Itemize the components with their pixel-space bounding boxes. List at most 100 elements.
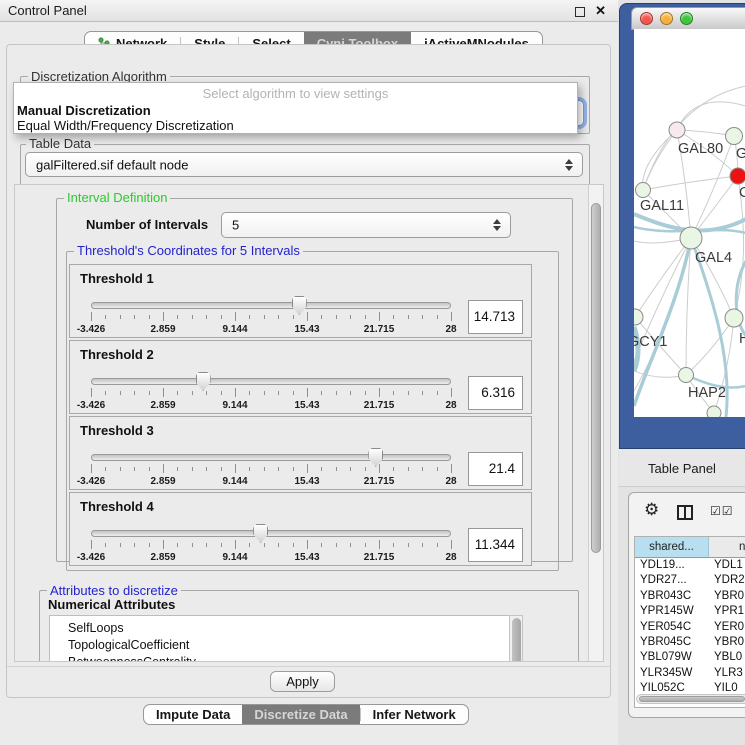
tick-mark [321, 315, 322, 319]
network-node[interactable] [707, 406, 721, 417]
panel-title: Control Panel [8, 3, 87, 18]
network-window: GAL80GACGAL11GAL4GCY1HHAP2 [619, 3, 745, 449]
cell-name: YBR0 [709, 635, 745, 650]
algorithm-option-equal-width[interactable]: Equal Width/Frequency Discretization [17, 118, 234, 133]
table-row[interactable]: YBR045CYBR0 [635, 635, 745, 650]
network-node-gal80[interactable] [669, 122, 685, 138]
close-icon[interactable]: ✕ [595, 3, 606, 19]
slider-track[interactable] [91, 378, 451, 385]
attribute-list-item[interactable]: TopologicalCoefficient [50, 636, 522, 653]
slider-track[interactable] [91, 302, 451, 309]
threshold-label: Threshold 1 [80, 271, 154, 286]
network-node-h[interactable] [725, 309, 743, 327]
cell-shared-name: YLR345W [635, 666, 709, 681]
tick-mark [321, 543, 322, 547]
table-header-row: shared... n [635, 537, 745, 558]
tick-label: 28 [445, 324, 456, 335]
tick-mark [365, 391, 366, 395]
tab-label: Discretize Data [254, 707, 347, 722]
node-label: GCY1 [634, 334, 668, 350]
tick-mark [249, 315, 250, 319]
cell-shared-name: YER054C [635, 620, 709, 635]
tick-mark [393, 391, 394, 395]
tab-impute-data[interactable]: Impute Data [144, 705, 242, 724]
apply-button[interactable]: Apply [270, 671, 335, 692]
column-header-shared-name[interactable]: shared... [635, 537, 709, 557]
threshold-slider[interactable]: -3.4262.8599.14415.4321.71528 [91, 374, 451, 414]
settings-vertical-scrollbar[interactable] [588, 184, 604, 662]
scrollbar-thumb[interactable] [591, 203, 601, 553]
tick-label: 2.859 [150, 324, 175, 335]
table-row[interactable]: YLR345WYLR3 [635, 666, 745, 681]
tick-mark [134, 543, 135, 547]
network-node-gcy1[interactable] [634, 309, 643, 325]
tick-mark [336, 315, 337, 319]
tick-mark [163, 540, 164, 549]
split-columns-icon[interactable] [677, 505, 693, 520]
tick-mark [105, 315, 106, 319]
slider-track[interactable] [91, 454, 451, 461]
table-data-combobox[interactable]: galFiltered.sif default node [25, 152, 583, 177]
table-row[interactable]: YDR27...YDR2 [635, 573, 745, 588]
table-row[interactable]: YPR145WYPR1 [635, 604, 745, 619]
tick-label: 2.859 [150, 400, 175, 411]
threshold-panel: Threshold 3-3.4262.8599.14415.4321.71528… [69, 416, 532, 490]
table-row[interactable]: YDL19...YDL1 [635, 558, 745, 573]
attribute-list-item[interactable]: SelfLoops [50, 619, 522, 636]
tick-mark [264, 391, 265, 395]
tick-mark [206, 467, 207, 471]
network-node-ga[interactable] [726, 128, 743, 145]
tick-mark [149, 543, 150, 547]
select-checkboxes-icon[interactable]: ☑☑ [710, 504, 734, 518]
network-node-c[interactable] [730, 168, 745, 184]
tick-mark [134, 391, 135, 395]
threshold-value-input[interactable]: 21.4 [468, 452, 523, 486]
threshold-value-input[interactable]: 11.344 [468, 528, 523, 562]
table-row[interactable]: YBR043CYBR0 [635, 589, 745, 604]
gear-icon[interactable]: ⚙ [644, 501, 659, 518]
tick-mark [408, 391, 409, 395]
node-label: GAL80 [678, 141, 723, 157]
tick-mark [293, 391, 294, 395]
tick-mark [278, 391, 279, 395]
attribute-list-item[interactable]: BetweennessCentrality [50, 653, 522, 662]
table-horizontal-scrollbar[interactable] [636, 694, 745, 704]
tick-mark [91, 312, 92, 321]
slider-ticks [91, 312, 451, 321]
number-of-intervals-combobox[interactable]: 5 [221, 212, 511, 238]
float-window-icon[interactable] [575, 7, 585, 17]
cell-name: YBR0 [709, 589, 745, 604]
network-node-gal4[interactable] [680, 227, 702, 249]
tick-label: -3.426 [77, 476, 105, 487]
tick-label: 15.43 [294, 476, 319, 487]
column-header-name[interactable]: n [709, 537, 745, 557]
tick-mark [91, 388, 92, 397]
thresholds-group-label: Threshold's Coordinates for 5 Intervals [74, 244, 303, 258]
network-node-hap2[interactable] [679, 368, 694, 383]
tab-discretize-data[interactable]: Discretize Data [242, 705, 359, 724]
combo-stepper-icon [565, 159, 573, 171]
threshold-slider[interactable]: -3.4262.8599.14415.4321.71528 [91, 298, 451, 338]
tick-mark [149, 467, 150, 471]
tab-infer-network[interactable]: Infer Network [361, 705, 468, 724]
table-panel-header: Table Panel [619, 449, 745, 487]
minimize-traffic-light[interactable] [660, 12, 673, 25]
node-label: H [739, 331, 745, 347]
network-canvas[interactable]: GAL80GACGAL11GAL4GCY1HHAP2 [634, 29, 745, 417]
threshold-slider[interactable]: -3.4262.8599.14415.4321.71528 [91, 526, 451, 566]
algorithm-option-manual[interactable]: Manual Discretization [17, 103, 151, 118]
scrollbar-thumb[interactable] [639, 696, 745, 702]
close-traffic-light[interactable] [640, 12, 653, 25]
threshold-value-input[interactable]: 14.713 [468, 300, 523, 334]
threshold-slider[interactable]: -3.4262.8599.14415.4321.71528 [91, 450, 451, 490]
network-node-gal11[interactable] [636, 183, 651, 198]
table-row[interactable]: YER054CYER0 [635, 620, 745, 635]
tick-mark [293, 315, 294, 319]
tick-mark [192, 315, 193, 319]
attributes-list-scrollbar[interactable] [509, 615, 523, 662]
threshold-value-input[interactable]: 6.316 [468, 376, 523, 410]
zoom-traffic-light[interactable] [680, 12, 693, 25]
settings-scroll-area: Interval Definition Number of Intervals … [14, 184, 600, 662]
slider-track[interactable] [91, 530, 451, 537]
table-row[interactable]: YBL079WYBL0 [635, 650, 745, 665]
